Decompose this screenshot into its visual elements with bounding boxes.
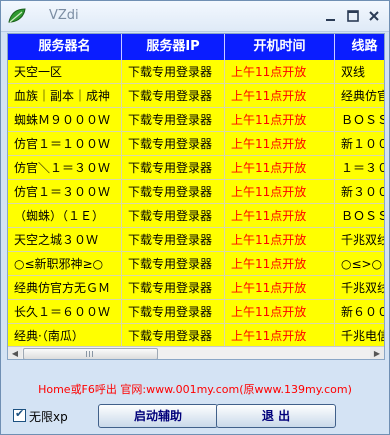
table-header: 服务器名 服务器IP 开机时间 线路 (8, 34, 384, 60)
column-header-open-time[interactable]: 开机时间 (225, 34, 335, 60)
table-row[interactable]: （蜘蛛）（１Ｅ） 下载专用登录器 上午11点开放 ＢＯＳＳ (8, 204, 384, 228)
server-ip-cell: 下载专用登录器 (122, 204, 225, 228)
server-name-cell: 蜘蛛Ｍ９０００Ｗ (8, 108, 122, 132)
open-time-cell: 上午11点开放 (225, 84, 335, 108)
scroll-right-icon[interactable]: ▶ (370, 347, 384, 359)
minimize-icon[interactable] (324, 9, 338, 23)
server-ip-cell: 下载专用登录器 (122, 228, 225, 252)
line-cell: 新１００ (335, 132, 384, 156)
column-header-server-ip[interactable]: 服务器IP (122, 34, 225, 60)
line-cell: ○≤>○ (335, 252, 384, 276)
open-time-cell: 上午11点开放 (225, 108, 335, 132)
window-title: VZdi (49, 8, 79, 23)
server-ip-cell: 下载专用登录器 (122, 252, 225, 276)
app-window: VZdi 服务器名 服务器IP 开机时间 线路 天空一区 下载专用登录器 上午11点… (0, 0, 390, 435)
line-cell: １＝３０ (335, 156, 384, 180)
server-ip-cell: 下载专用登录器 (122, 60, 225, 84)
server-name-cell: 经典仿官方无ＧＭ (8, 276, 122, 300)
server-table[interactable]: 服务器名 服务器IP 开机时间 线路 天空一区 下载专用登录器 上午11点开放 双线血… (7, 33, 385, 360)
title-bar[interactable]: VZdi (1, 1, 389, 32)
open-time-cell: 上午11点开放 (225, 132, 335, 156)
table-row[interactable]: 蜘蛛Ｍ９０００Ｗ 下载专用登录器 上午11点开放 ＢＯＳＳ (8, 108, 384, 132)
server-ip-cell: 下载专用登录器 (122, 300, 225, 324)
open-time-cell: 上午11点开放 (225, 204, 335, 228)
scroll-thumb[interactable] (23, 348, 158, 359)
server-name-cell: ○≤新职邪神≥○ (8, 252, 122, 276)
column-header-server-name[interactable]: 服务器名 (8, 34, 122, 60)
server-ip-cell: 下载专用登录器 (122, 108, 225, 132)
line-cell: 双线 (335, 60, 384, 84)
open-time-cell: 上午11点开放 (225, 276, 335, 300)
table-row[interactable]: 天空之城３０Ｗ 下载专用登录器 上午11点开放 千兆双线 (8, 228, 384, 252)
open-time-cell: 上午11点开放 (225, 180, 335, 204)
open-time-cell: 上午11点开放 (225, 60, 335, 84)
table-row[interactable]: 天空一区 下载专用登录器 上午11点开放 双线 (8, 60, 384, 84)
line-cell: 新６００ (335, 300, 384, 324)
server-name-cell: 经典·（南瓜） (8, 324, 122, 348)
server-name-cell: 长久１＝６００Ｗ (8, 300, 122, 324)
server-name-cell: 仿官１＝３００Ｗ (8, 180, 122, 204)
table-row[interactable]: 仿官１＝１００Ｗ 下载专用登录器 上午11点开放 新１００ (8, 132, 384, 156)
horizontal-scrollbar[interactable]: ◀ ▶ (8, 346, 384, 359)
table-row[interactable]: 长久１＝６００Ｗ 下载专用登录器 上午11点开放 新６００ (8, 300, 384, 324)
server-name-cell: 天空之城３０Ｗ (8, 228, 122, 252)
scroll-left-icon[interactable]: ◀ (8, 347, 22, 359)
unlimited-xp-checkbox[interactable]: ✔ (13, 407, 26, 422)
open-time-cell: 上午11点开放 (225, 300, 335, 324)
server-ip-cell: 下载专用登录器 (122, 180, 225, 204)
line-cell: 千兆电信 (335, 324, 384, 348)
server-ip-cell: 下载专用登录器 (122, 276, 225, 300)
server-name-cell: 仿官＼１＝３０Ｗ (8, 156, 122, 180)
server-ip-cell: 下载专用登录器 (122, 156, 225, 180)
table-row[interactable]: 仿官１＝３００Ｗ 下载专用登录器 上午11点开放 新３００ (8, 180, 384, 204)
open-time-cell: 上午11点开放 (225, 156, 335, 180)
line-cell: ＢＯＳＳ (335, 204, 384, 228)
start-assist-button[interactable]: 启动辅助 (98, 404, 218, 428)
table-row[interactable]: 经典·（南瓜） 下载专用登录器 上午11点开放 千兆电信 (8, 324, 384, 348)
line-cell: 新３００ (335, 180, 384, 204)
line-cell: 经典仿官 (335, 84, 384, 108)
open-time-cell: 上午11点开放 (225, 252, 335, 276)
info-text: Home或F6呼出 官网:www.001my.com(原www.139my.co… (38, 383, 352, 396)
open-time-cell: 上午11点开放 (225, 324, 335, 348)
server-ip-cell: 下载专用登录器 (122, 84, 225, 108)
unlimited-xp-label: 无限xp (29, 410, 68, 424)
table-row[interactable]: 仿官＼１＝３０Ｗ 下载专用登录器 上午11点开放 １＝３０ (8, 156, 384, 180)
column-header-line[interactable]: 线路 (335, 34, 384, 60)
open-time-cell: 上午11点开放 (225, 228, 335, 252)
server-name-cell: （蜘蛛）（１Ｅ） (8, 204, 122, 228)
maximize-icon[interactable] (346, 9, 360, 23)
line-cell: ＢＯＳＳ (335, 108, 384, 132)
table-row[interactable]: 血族｜副本｜成神 下载专用登录器 上午11点开放 经典仿官 (8, 84, 384, 108)
line-cell: 千兆双线 (335, 228, 384, 252)
server-name-cell: 天空一区 (8, 60, 122, 84)
server-ip-cell: 下载专用登录器 (122, 324, 225, 348)
server-ip-cell: 下载专用登录器 (122, 132, 225, 156)
table-row[interactable]: ○≤新职邪神≥○ 下载专用登录器 上午11点开放 ○≤>○ (8, 252, 384, 276)
server-name-cell: 仿官１＝１００Ｗ (8, 132, 122, 156)
exit-button[interactable]: 退 出 (216, 404, 336, 428)
app-leaf-icon (7, 7, 27, 25)
server-name-cell: 血族｜副本｜成神 (8, 84, 122, 108)
line-cell: 千兆双线 (335, 276, 384, 300)
close-icon[interactable] (367, 9, 381, 23)
table-row[interactable]: 经典仿官方无ＧＭ 下载专用登录器 上午11点开放 千兆双线 (8, 276, 384, 300)
